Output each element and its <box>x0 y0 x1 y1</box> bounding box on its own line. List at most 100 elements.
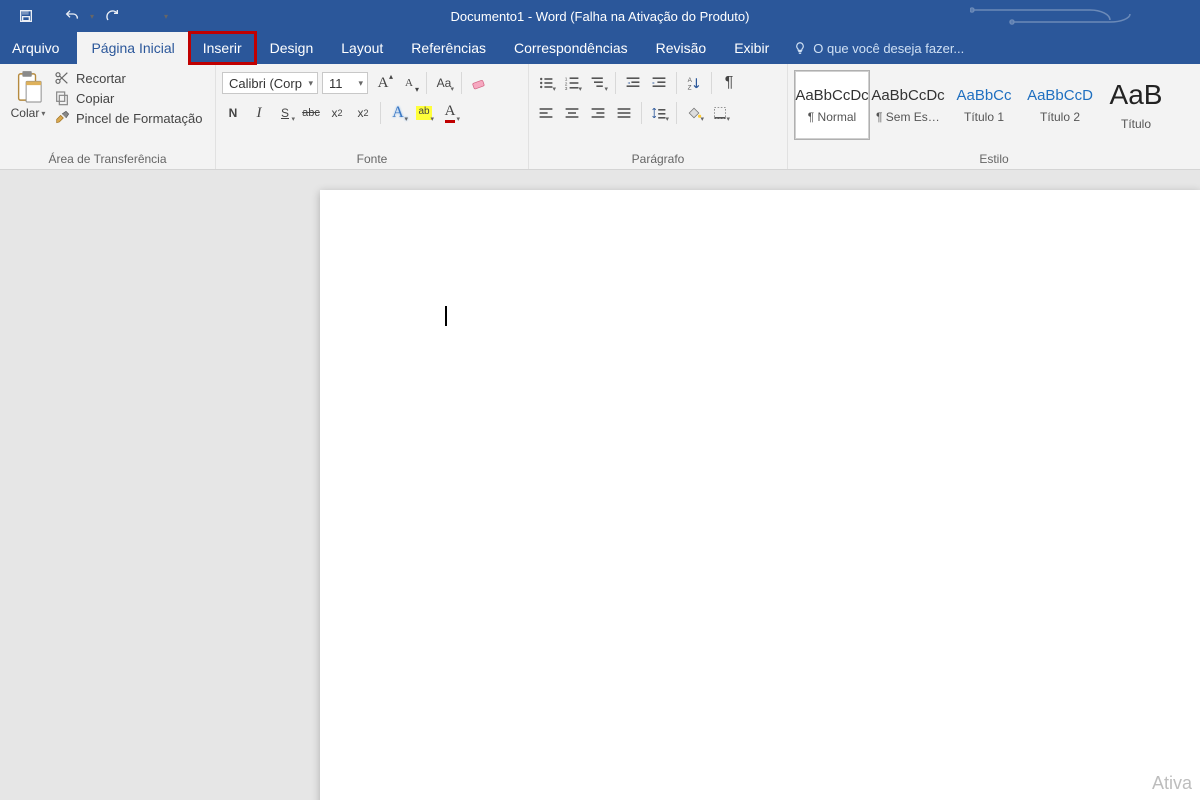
strikethrough-button[interactable]: abc <box>300 102 322 124</box>
tab-references[interactable]: Referências <box>397 32 500 64</box>
style-tile[interactable]: AaBbCcDc¶ Sem Esp... <box>870 70 946 140</box>
group-styles-label: Estilo <box>794 150 1194 167</box>
save-icon[interactable] <box>12 2 40 30</box>
chevron-down-icon: ▾ <box>404 115 408 123</box>
paste-label: Colar <box>11 106 40 120</box>
chevron-down-icon: ▾ <box>430 115 434 123</box>
align-center-button[interactable] <box>561 102 583 124</box>
decoration-lines <box>970 4 1170 30</box>
redo-icon[interactable] <box>98 2 126 30</box>
group-clipboard-label: Área de Transferência <box>6 150 209 167</box>
style-tile[interactable]: AaBTítulo <box>1098 70 1174 140</box>
bold-button[interactable]: N <box>222 102 244 124</box>
group-font-label: Fonte <box>222 150 522 167</box>
decrease-indent-button[interactable] <box>622 72 644 94</box>
eraser-icon <box>471 75 487 91</box>
chevron-down-icon: ▾ <box>308 78 313 89</box>
chevron-down-icon: ▾ <box>665 115 669 123</box>
style-name: ¶ Normal <box>804 110 860 124</box>
style-sample: AaBbCcD <box>1027 87 1093 104</box>
chevron-down-icon: ▾ <box>358 78 363 89</box>
chevron-down-icon: ▾ <box>291 115 295 123</box>
quick-access-toolbar: ▾ ▾ <box>0 2 168 30</box>
style-tile[interactable]: AaBbCcD Título 2 <box>1022 70 1098 140</box>
justify-icon <box>616 105 632 121</box>
font-name-combo[interactable]: Calibri (Corp▾ <box>222 72 318 94</box>
tab-review[interactable]: Revisão <box>642 32 721 64</box>
highlight-button[interactable]: ab▾ <box>413 102 435 124</box>
chevron-down-icon: ▾ <box>456 115 460 123</box>
paste-button[interactable]: Colar▾ <box>6 68 50 120</box>
align-left-icon <box>538 105 554 121</box>
sort-button[interactable]: AZ <box>683 72 705 94</box>
chevron-down-icon: ▾ <box>552 85 556 93</box>
align-center-icon <box>564 105 580 121</box>
italic-button[interactable]: I <box>248 102 270 124</box>
multilevel-list-button[interactable]: ▾ <box>587 72 609 94</box>
clear-format-button[interactable] <box>468 72 490 94</box>
text-effects-button[interactable]: A▾ <box>387 102 409 124</box>
align-right-icon <box>590 105 606 121</box>
undo-dropdown-icon[interactable]: ▾ <box>90 12 94 21</box>
style-sample: AaBbCcDc <box>795 87 868 104</box>
tab-file[interactable]: Arquivo <box>0 32 77 64</box>
style-name: Título 2 <box>1036 110 1084 124</box>
chevron-down-icon: ▾ <box>726 115 730 123</box>
shading-button[interactable]: ▾ <box>683 102 705 124</box>
subscript-button[interactable]: x2 <box>326 102 348 124</box>
increase-indent-button[interactable] <box>648 72 670 94</box>
tell-me-search[interactable]: O que você deseja fazer... <box>783 32 964 64</box>
align-left-button[interactable] <box>535 102 557 124</box>
numbering-button[interactable]: 123▾ <box>561 72 583 94</box>
font-size-combo[interactable]: 11▾ <box>322 72 368 94</box>
show-marks-button[interactable]: ¶ <box>718 72 740 94</box>
tab-mailings[interactable]: Correspondências <box>500 32 642 64</box>
svg-text:A: A <box>688 77 693 84</box>
styles-gallery[interactable]: AaBbCcDc¶ NormalAaBbCcDc¶ Sem Esp...AaBb… <box>794 68 1194 150</box>
customize-qat-icon[interactable]: ▾ <box>164 12 168 21</box>
borders-button[interactable]: ▾ <box>709 102 731 124</box>
group-styles: AaBbCcDc¶ NormalAaBbCcDc¶ Sem Esp...AaBb… <box>788 64 1200 169</box>
outdent-icon <box>625 75 641 91</box>
document-workspace: Ativa <box>0 170 1200 800</box>
undo-icon[interactable] <box>58 2 86 30</box>
style-sample: AaBbCc <box>956 87 1011 104</box>
cut-button[interactable]: Recortar <box>54 70 202 86</box>
text-cursor <box>445 306 447 326</box>
format-painter-button[interactable]: Pincel de Formatação <box>54 110 202 126</box>
grow-font-button[interactable]: A▴ <box>372 72 394 94</box>
sort-icon: AZ <box>686 75 702 91</box>
bullets-button[interactable]: ▾ <box>535 72 557 94</box>
paintbrush-icon <box>54 110 70 126</box>
style-tile[interactable]: AaBbCcDc ¶ Normal <box>794 70 870 140</box>
line-spacing-button[interactable]: ▾ <box>648 102 670 124</box>
change-case-button[interactable]: Aa▾ <box>433 72 455 94</box>
style-name: Título 1 <box>960 110 1008 124</box>
svg-text:3: 3 <box>565 86 568 91</box>
copy-button[interactable]: Copiar <box>54 90 202 106</box>
shrink-font-button[interactable]: A▾ <box>398 72 420 94</box>
tab-view[interactable]: Exibir <box>720 32 783 64</box>
justify-button[interactable] <box>613 102 635 124</box>
group-paragraph-label: Parágrafo <box>535 150 781 167</box>
tab-design[interactable]: Design <box>256 32 328 64</box>
group-paragraph: ▾ 123▾ ▾ AZ ¶ ▾ <box>529 64 788 169</box>
copy-label: Copiar <box>76 91 114 106</box>
tab-insert[interactable]: Inserir <box>189 32 256 64</box>
underline-button[interactable]: S▾ <box>274 102 296 124</box>
tab-home[interactable]: Página Inicial <box>77 32 188 64</box>
style-name: ¶ Sem Esp... <box>872 110 944 124</box>
scissors-icon <box>54 70 70 86</box>
copy-icon <box>54 90 70 106</box>
chevron-down-icon: ▾ <box>578 85 582 93</box>
superscript-button[interactable]: x2 <box>352 102 374 124</box>
activation-watermark: Ativa <box>1152 773 1192 794</box>
format-painter-label: Pincel de Formatação <box>76 111 202 126</box>
tab-layout[interactable]: Layout <box>327 32 397 64</box>
chevron-down-icon: ▾ <box>700 115 704 123</box>
document-page[interactable] <box>320 190 1200 800</box>
style-tile[interactable]: AaBbCc Título 1 <box>946 70 1022 140</box>
font-color-button[interactable]: A▾ <box>439 102 461 124</box>
tell-me-placeholder: O que você deseja fazer... <box>813 41 964 56</box>
align-right-button[interactable] <box>587 102 609 124</box>
